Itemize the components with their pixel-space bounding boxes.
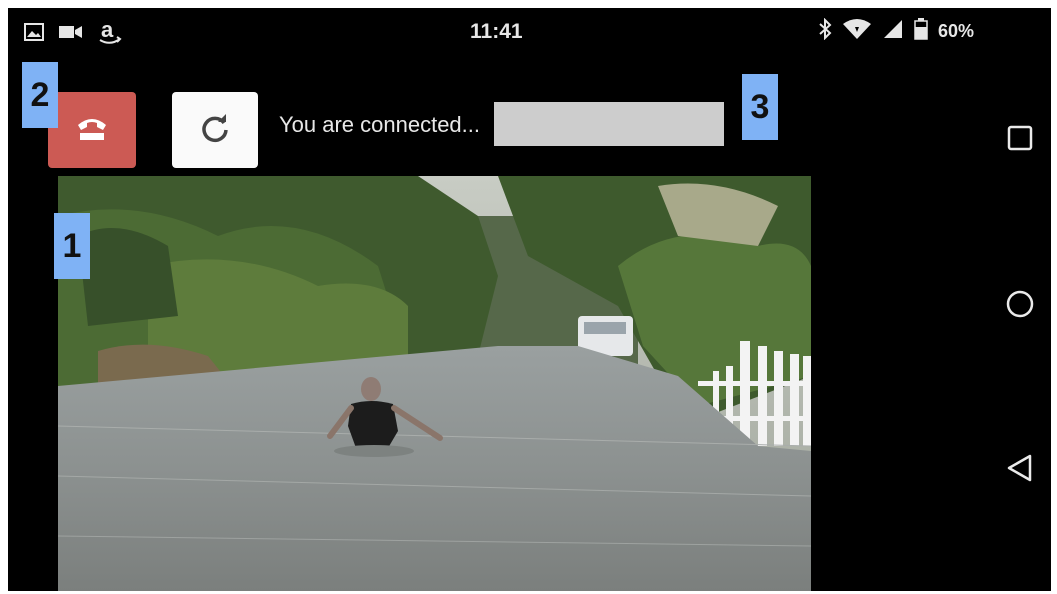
overview-button[interactable] [998,118,1042,162]
home-button[interactable] [998,284,1042,328]
phone-hangup-icon [74,113,110,148]
status-bar: a 11:41 60% [8,8,1051,52]
connection-status-text: You are connected... [279,112,481,137]
annotation-badge-1: 1 [54,213,90,279]
hangup-button[interactable] [48,92,136,168]
battery-percent: 60% [938,21,975,41]
phone-screen: a 11:41 60% You are connected... 1 2 3 [8,8,1051,591]
battery-icon [914,18,928,45]
bluetooth-icon [818,17,832,45]
status-bar-time: 11:41 [470,20,523,43]
back-button[interactable] [998,448,1042,492]
signal-icon [882,18,904,45]
amazon-icon: a [98,17,122,51]
overview-square-icon [1006,124,1034,157]
refresh-icon [199,112,231,149]
wifi-icon [842,18,872,45]
video-camera-icon [58,23,84,46]
refresh-button[interactable] [172,92,258,168]
home-circle-icon [1005,289,1035,324]
video-frame-image [58,176,811,591]
navigation-bar [998,118,1051,498]
status-field [494,102,724,146]
video-feed[interactable] [58,176,811,591]
annotation-badge-3: 3 [742,74,778,140]
svg-text:a: a [101,18,114,42]
annotation-badge-2: 2 [22,62,58,128]
status-bar-right-icons: 60% [818,17,975,45]
back-triangle-icon [1005,453,1035,488]
status-bar-left-icons: a [24,17,122,51]
image-icon [24,23,44,46]
